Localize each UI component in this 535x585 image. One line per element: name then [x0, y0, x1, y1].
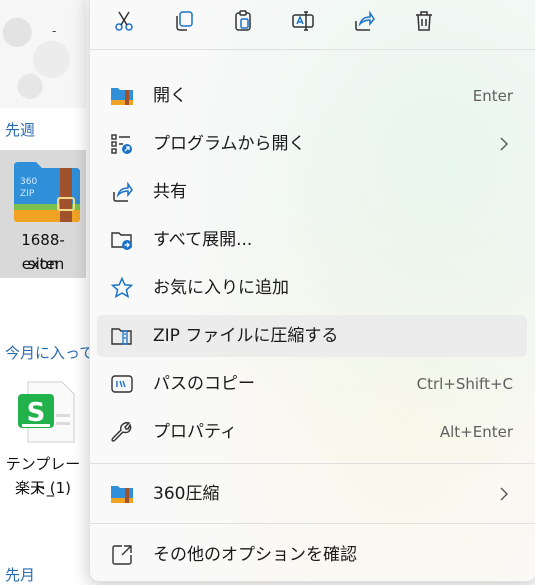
chevron-right-icon: [500, 487, 508, 501]
cut-icon: [115, 11, 133, 31]
menu-item-label: その他のオプションを確認: [153, 545, 357, 565]
share-icon: [355, 10, 375, 31]
group-header-this-month[interactable]: 今月に入って: [5, 342, 89, 363]
menu-item-shortcut: Ctrl+Shift+C: [416, 375, 513, 393]
menu-item-copy-path[interactable]: パスのコピー Ctrl+Shift+C: [97, 363, 527, 405]
image-thumbnail[interactable]: -: [0, 0, 86, 108]
menu-item-properties[interactable]: プロパティ Alt+Enter: [97, 411, 527, 453]
delete-button[interactable]: [406, 3, 442, 39]
separator: [90, 49, 535, 50]
menu-item-shortcut: Alt+Enter: [439, 423, 513, 441]
menu-item-label: すべて展開...: [153, 230, 253, 250]
svg-text:360: 360: [20, 177, 37, 187]
file-name-line2: sion: [27, 255, 59, 273]
menu-item-label: 共有: [153, 182, 187, 202]
separator: [90, 463, 535, 464]
menu-item-share[interactable]: 共有: [97, 171, 527, 213]
zip-archive-icon: [110, 482, 134, 506]
star-icon: [110, 276, 134, 300]
rename-button[interactable]: [285, 3, 321, 39]
delete-icon: [416, 11, 432, 31]
zip-compress-icon: [110, 324, 134, 348]
menu-item-label: パスのコピー: [153, 374, 255, 394]
more-options-icon: [110, 543, 134, 567]
svg-text:S: S: [27, 398, 46, 428]
group-header-last-week[interactable]: 先週: [5, 119, 35, 140]
zip-archive-icon: [110, 84, 134, 108]
menu-item-shortcut: Enter: [472, 87, 513, 105]
menu-item-open-with[interactable]: プログラムから開く: [97, 123, 527, 165]
menu-item-label: 開く: [153, 86, 187, 106]
chevron-right-icon: [500, 137, 508, 151]
menu-item-label: プログラムから開く: [153, 134, 306, 154]
menu-item-extract-all[interactable]: すべて展開...: [97, 219, 527, 261]
copy-path-icon: [110, 372, 134, 396]
menu-item-compress-zip[interactable]: ZIP ファイルに圧縮する: [97, 315, 527, 357]
context-menu-toolbar: [90, 1, 535, 41]
context-menu: 開く Enter プログラムから開く 共有 すべて展開... お気に入りに追加 …: [89, 0, 535, 582]
file-name-line2: 楽天 (1): [14, 479, 72, 497]
cut-button[interactable]: [106, 3, 142, 39]
menu-item-label: ZIP ファイルに圧縮する: [153, 326, 339, 346]
separator: [90, 523, 535, 524]
rename-icon: [292, 11, 314, 31]
copy-icon: [176, 11, 193, 31]
menu-item-more-options[interactable]: その他のオプションを確認: [97, 534, 527, 576]
menu-item-label: 360圧縮: [153, 484, 220, 504]
share-button[interactable]: [346, 3, 382, 39]
menu-item-360-compress[interactable]: 360圧縮: [97, 473, 527, 515]
thumbnail-text: -: [52, 24, 57, 38]
menu-item-label: お気に入りに追加: [153, 278, 289, 298]
menu-item-open[interactable]: 開く Enter: [97, 75, 527, 117]
menu-item-label: プロパティ: [153, 422, 237, 442]
svg-text:ZIP: ZIP: [20, 189, 35, 199]
zip-folder-icon: 360 ZIP: [14, 162, 80, 222]
paste-icon: [235, 10, 251, 31]
paste-button[interactable]: [225, 3, 261, 39]
menu-item-add-favorite[interactable]: お気に入りに追加: [97, 267, 527, 309]
open-with-icon: [110, 132, 134, 156]
share-icon: [110, 180, 134, 204]
wrench-icon: [110, 420, 134, 444]
copy-button[interactable]: [166, 3, 202, 39]
file-item-1688-extension[interactable]: 360 ZIP 1688-exten sion: [0, 150, 86, 278]
extract-folder-icon: [110, 228, 134, 252]
spreadsheet-file-icon: S: [18, 381, 75, 443]
